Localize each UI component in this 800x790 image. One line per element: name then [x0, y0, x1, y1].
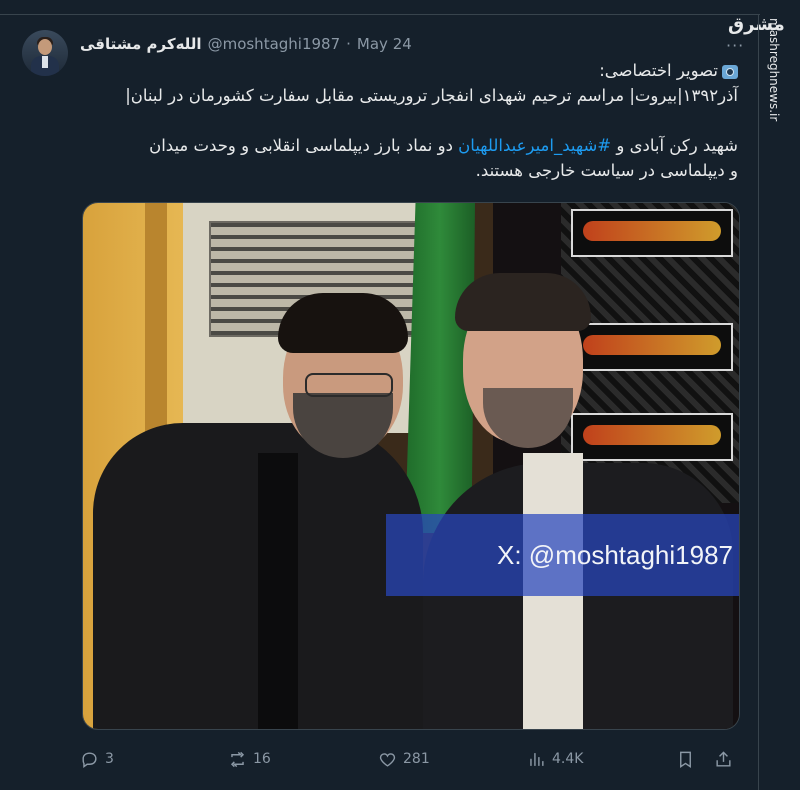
text-line-5: و دیپلماسی در سیاست خارجی هستند.	[475, 161, 738, 180]
site-url-watermark: mashreghnews.ir	[767, 18, 781, 122]
bookmark-icon	[680, 751, 691, 768]
repost-icon	[230, 751, 245, 767]
views-icon	[530, 752, 544, 766]
author-avatar[interactable]	[22, 30, 68, 76]
like-icon	[379, 752, 396, 767]
like-count: 281	[403, 751, 430, 767]
text-line-1: تصویر اختصاصی:	[599, 61, 718, 80]
photo-person-left	[83, 273, 433, 729]
text-line-4: دو نماد بارز دیپلماسی انقلابی و وحدت مید…	[149, 136, 453, 155]
author-name[interactable]: الله‌کرم مشتاقی	[80, 35, 202, 53]
share-icon	[716, 750, 731, 767]
author-handle[interactable]: @moshtaghi1987	[208, 35, 341, 53]
reply-icon	[82, 751, 97, 768]
bookmark-button[interactable]	[676, 744, 695, 774]
reply-count: 3	[105, 751, 114, 767]
views-count: 4.4K	[552, 751, 584, 767]
photo-person-right	[413, 263, 739, 729]
tweet-actions: 3 16 281 4.4K	[80, 744, 740, 774]
camera-icon	[722, 64, 738, 79]
tweet-header: الله‌کرم مشتاقی @moshtaghi1987 · May 24	[80, 33, 412, 55]
tweet-text: تصویر اختصاصی: آذر۱۳۹۲|بیروت| مراسم ترحی…	[80, 58, 738, 183]
text-line-2: آذر۱۳۹۲|بیروت| مراسم ترحیم شهدای انفجار …	[125, 86, 738, 105]
tweet-photo[interactable]: X: @moshtaghi1987	[82, 202, 740, 730]
top-divider	[0, 0, 760, 15]
tweet-card[interactable]: الله‌کرم مشتاقی @moshtaghi1987 · May 24 …	[0, 14, 759, 790]
like-button[interactable]: 281	[378, 744, 430, 774]
views-button[interactable]: 4.4K	[527, 744, 583, 774]
share-button[interactable]	[714, 744, 733, 774]
photo-watermark: X: @moshtaghi1987	[386, 514, 739, 596]
tweet-date[interactable]: May 24	[357, 35, 412, 53]
hashtag-link[interactable]: #شهید_امیرعبداللهیان	[458, 136, 611, 155]
header-separator: ·	[346, 35, 351, 53]
repost-button[interactable]: 16	[228, 744, 271, 774]
more-options-icon[interactable]: ···	[726, 36, 744, 55]
text-line-3: شهید رکن آبادی و	[616, 136, 738, 155]
repost-count: 16	[253, 751, 271, 767]
reply-button[interactable]: 3	[80, 744, 114, 774]
